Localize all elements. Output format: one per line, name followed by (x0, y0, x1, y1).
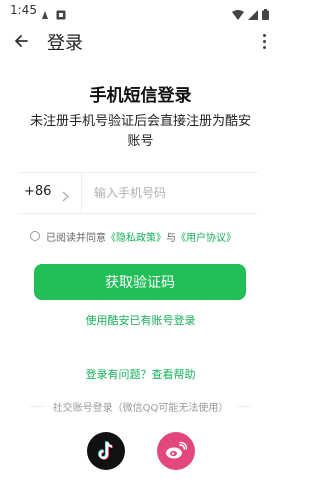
divider-line (236, 405, 251, 407)
user-agreement-link[interactable]: 《用户协议》 (176, 229, 236, 244)
tiktok-icon (98, 441, 114, 460)
tiktok-login-button[interactable] (87, 432, 125, 470)
phone-row: +86 (18, 172, 258, 214)
phone-input[interactable] (90, 181, 258, 205)
page-title: 登录 (47, 33, 83, 54)
existing-account-login-link[interactable]: 使用酷安已有账号登录 (0, 312, 281, 328)
agreement-row: 已阅读并同意 《隐私政策》 与 《用户协议》 (30, 228, 270, 244)
arrow-left-icon (15, 35, 28, 47)
social-login-label: 社交账号登录（微信QQ可能无法使用） (52, 402, 229, 414)
agreement-prefix: 已阅读并同意 (46, 232, 106, 244)
get-code-button[interactable]: 获取验证码 (34, 264, 246, 300)
battery-icon (262, 5, 269, 24)
country-code-selector[interactable]: +86 (24, 184, 51, 199)
login-subheading: 未注册手机号验证后会直接注册为酷安账号 (29, 114, 251, 149)
more-options-button[interactable] (257, 29, 271, 53)
weibo-icon (166, 442, 187, 459)
app-notification-icon (56, 5, 66, 24)
back-button[interactable] (8, 28, 34, 54)
divider (81, 173, 82, 213)
social-login-divider: 社交账号登录（微信QQ可能无法使用） (30, 399, 251, 414)
chevron-right-icon[interactable] (62, 187, 69, 206)
privacy-policy-link[interactable]: 《隐私政策》 (106, 229, 166, 244)
status-bar: 1:45 (0, 0, 281, 24)
status-time: 1:45 (10, 3, 37, 17)
agreement-checkbox[interactable] (30, 231, 40, 241)
signal-icon (248, 5, 258, 24)
help-link[interactable]: 登录有问题？查看帮助 (0, 366, 281, 382)
notification-icon (40, 5, 50, 24)
more-vert-icon (262, 33, 266, 37)
wifi-icon (232, 5, 244, 24)
app-bar: 登录 (0, 24, 281, 58)
agreement-conjunction: 与 (166, 232, 176, 244)
login-heading: 手机短信登录 (89, 86, 192, 106)
divider-line (30, 405, 45, 407)
weibo-login-button[interactable] (157, 432, 195, 470)
